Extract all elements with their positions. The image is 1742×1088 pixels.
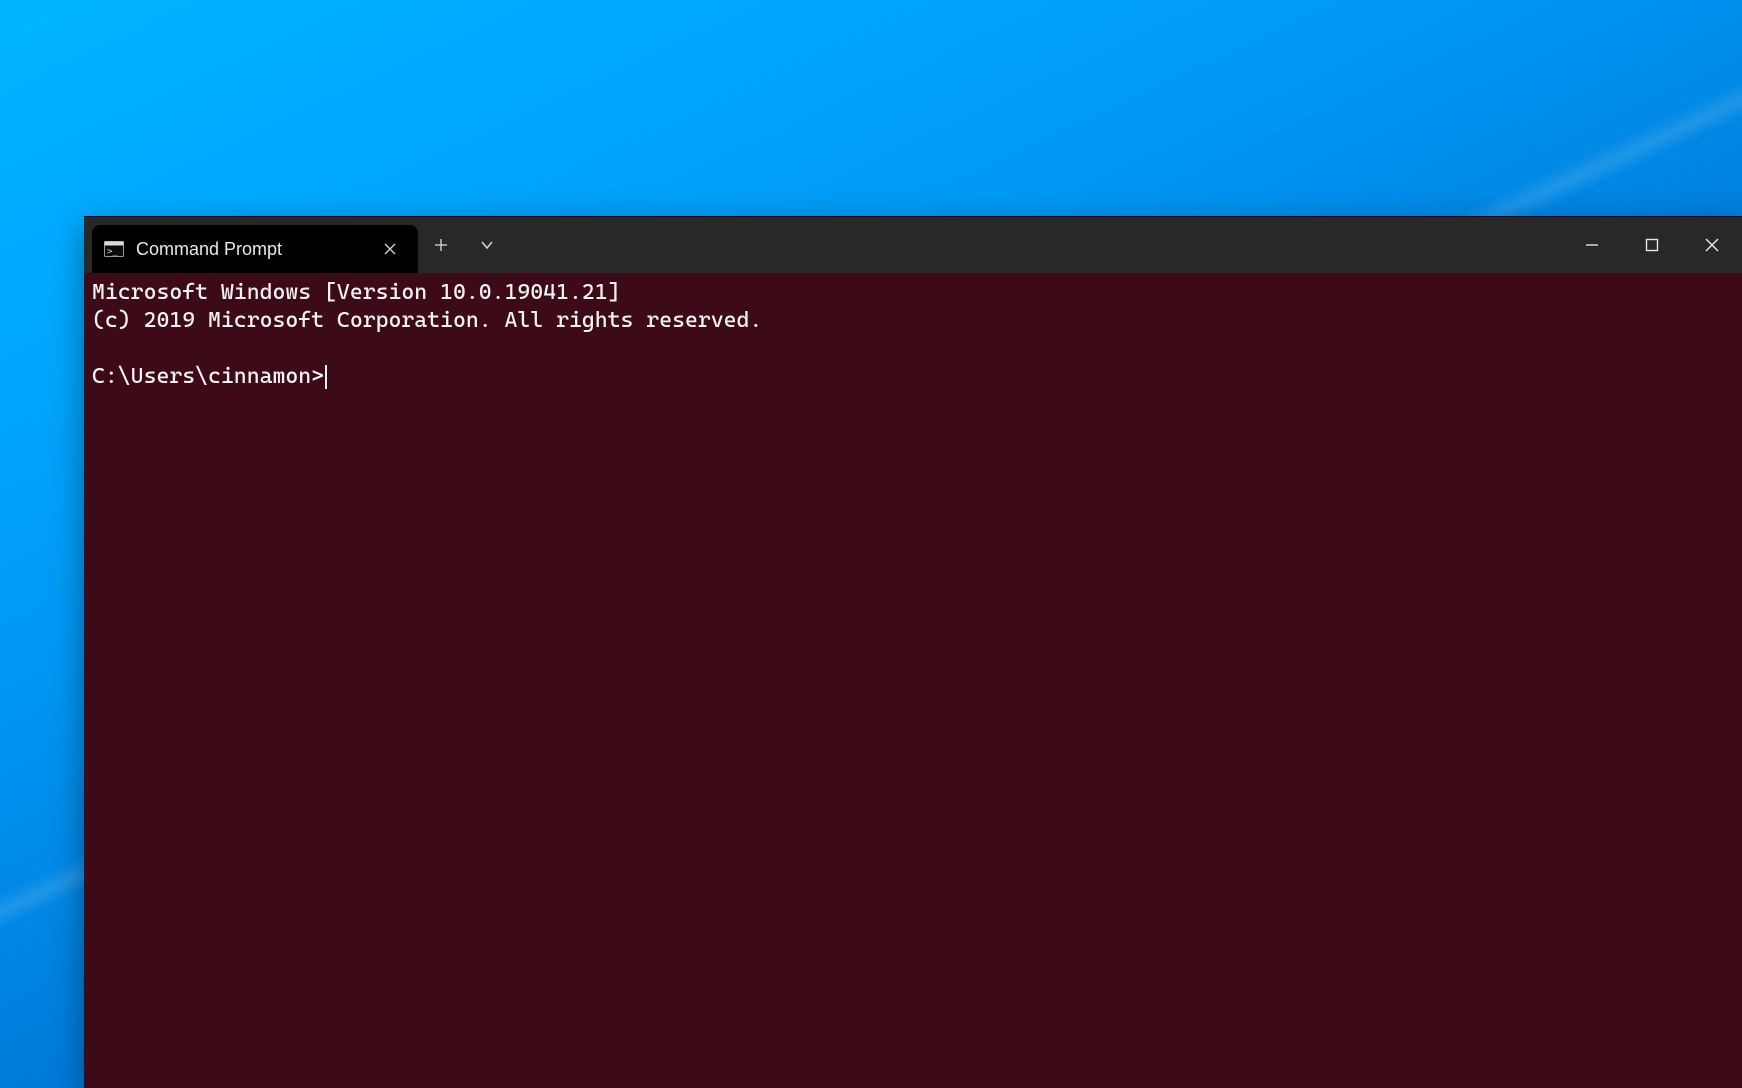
new-tab-button[interactable] <box>418 217 464 273</box>
terminal-line: (c) 2019 Microsoft Corporation. All righ… <box>92 308 762 333</box>
tab-close-button[interactable] <box>376 235 404 263</box>
terminal-cursor <box>325 365 327 389</box>
close-window-button[interactable] <box>1682 217 1742 273</box>
maximize-button[interactable] <box>1622 217 1682 273</box>
maximize-icon <box>1645 238 1659 252</box>
terminal-line: Microsoft Windows [Version 10.0.19041.21… <box>92 280 621 305</box>
close-icon <box>1705 238 1719 252</box>
window-controls <box>1562 217 1742 273</box>
titlebar-drag-region[interactable] <box>510 217 1562 273</box>
terminal-output[interactable]: Microsoft Windows [Version 10.0.19041.21… <box>84 273 1742 1088</box>
minimize-icon <box>1585 238 1599 252</box>
terminal-window: >_ Command Prompt <box>84 216 1742 1088</box>
terminal-prompt: C:\Users\cinnamon> <box>92 364 324 389</box>
tab-title: Command Prompt <box>136 239 364 260</box>
close-icon <box>384 243 396 255</box>
tab-strip: >_ Command Prompt <box>84 217 418 273</box>
command-prompt-icon: >_ <box>104 241 124 257</box>
tab-dropdown-button[interactable] <box>464 217 510 273</box>
tab-command-prompt[interactable]: >_ Command Prompt <box>92 225 418 273</box>
plus-icon <box>434 238 448 252</box>
minimize-button[interactable] <box>1562 217 1622 273</box>
chevron-down-icon <box>480 238 494 252</box>
svg-text:>_: >_ <box>107 247 118 257</box>
window-titlebar[interactable]: >_ Command Prompt <box>84 217 1742 273</box>
